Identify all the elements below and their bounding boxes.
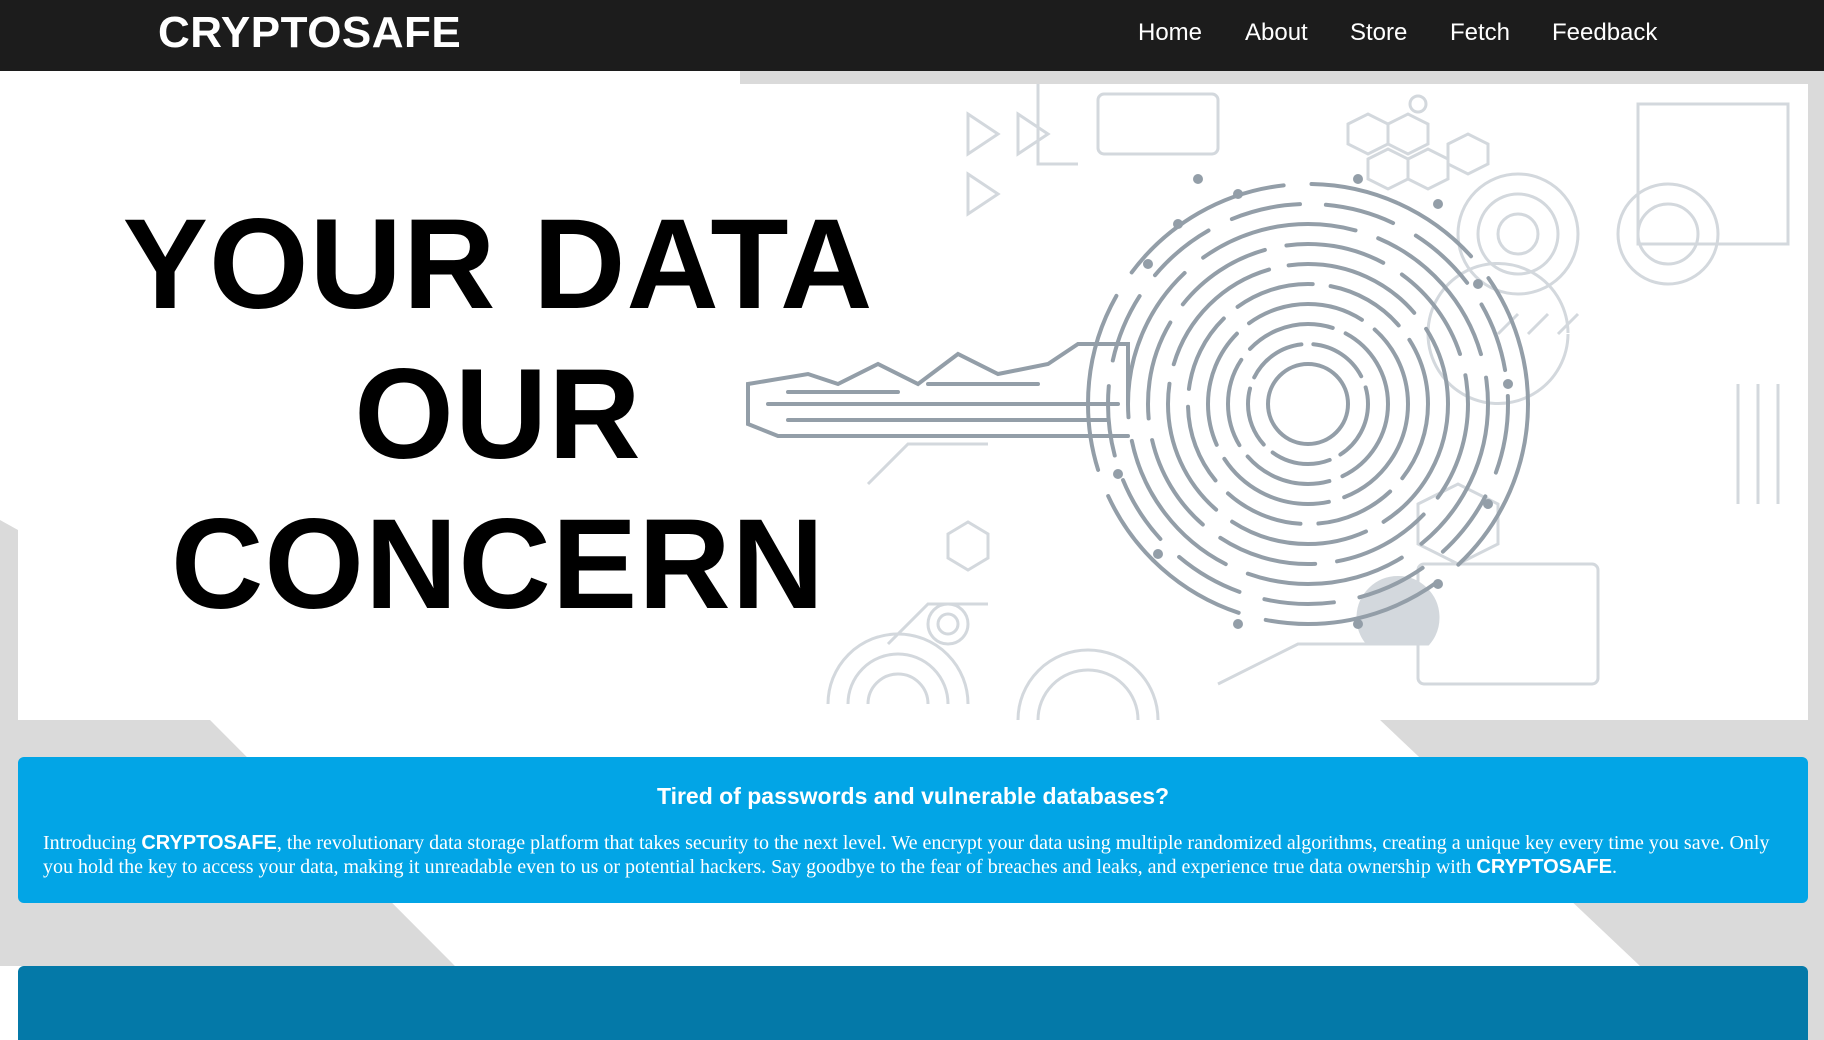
intro-brand-1: CRYPTOSAFE [141, 832, 277, 854]
nav-item-about[interactable]: About [1245, 18, 1308, 48]
nav-item-fetch[interactable]: Fetch [1450, 18, 1510, 48]
intro-paragraph: Introducing CRYPTOSAFE, the revolutionar… [43, 831, 1803, 879]
hero-title-line-1: YOUR DATA [122, 193, 874, 336]
top-navbar: CRYPTOSAFE Home About Store Fetch Feedba… [0, 0, 1824, 71]
hero-title: YOUR DATA OUR CONCERN [88, 190, 908, 640]
lower-section [18, 966, 1808, 1040]
nav-item-feedback[interactable]: Feedback [1552, 18, 1657, 48]
brand-logo[interactable]: CRYPTOSAFE [158, 8, 461, 58]
hero-title-line-3: CONCERN [170, 493, 826, 636]
nav-item-store[interactable]: Store [1350, 18, 1407, 48]
intro-brand-2: CRYPTOSAFE [1476, 856, 1612, 878]
hero-title-line-2: OUR [354, 343, 642, 486]
intro-text-after: . [1611, 856, 1617, 878]
intro-heading: Tired of passwords and vulnerable databa… [656, 783, 1170, 809]
hero-banner: YOUR DATA OUR CONCERN [18, 84, 1808, 720]
intro-text-before: Introducing [43, 832, 142, 854]
nav-item-home[interactable]: Home [1138, 18, 1202, 48]
intro-card: Tired of passwords and vulnerable databa… [18, 757, 1808, 903]
